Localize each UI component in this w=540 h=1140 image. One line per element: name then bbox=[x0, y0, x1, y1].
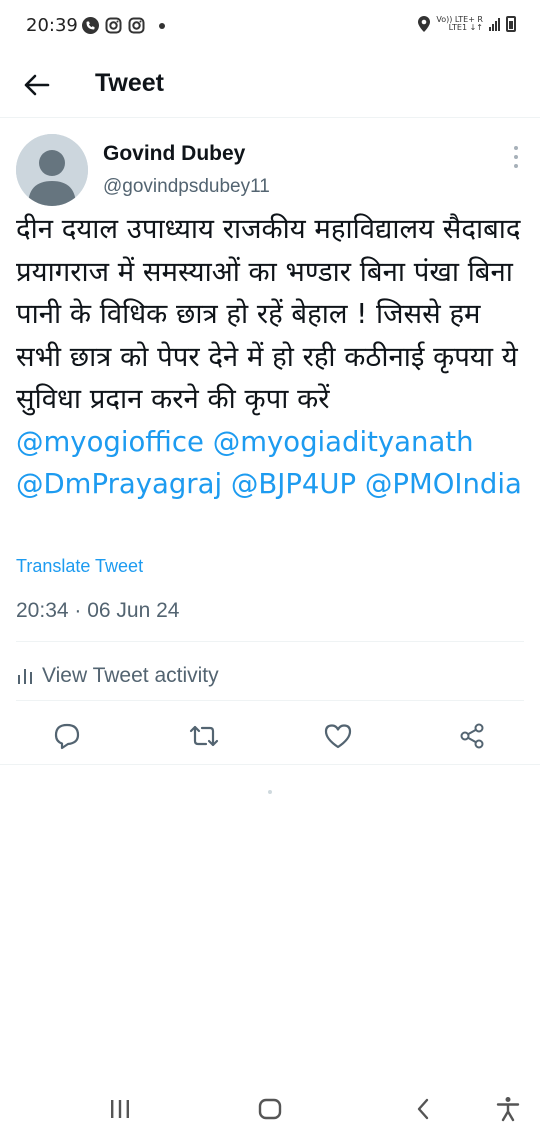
mention-link[interactable]: @DmPrayagraj bbox=[16, 468, 222, 500]
dot-icon bbox=[159, 22, 165, 29]
accessibility-icon bbox=[496, 1097, 520, 1122]
page-title: Tweet bbox=[95, 69, 164, 97]
retweet-icon bbox=[189, 725, 219, 747]
share-button[interactable] bbox=[456, 720, 488, 752]
network-line-2: LTE1 ↓↑ bbox=[448, 23, 483, 32]
activity-label: View Tweet activity bbox=[42, 664, 219, 687]
divider bbox=[16, 700, 524, 701]
more-dot bbox=[514, 146, 518, 150]
instagram-icon bbox=[105, 17, 122, 34]
phone-icon bbox=[82, 17, 99, 34]
mention-link[interactable]: @PMOIndia bbox=[365, 468, 522, 500]
instagram-icon bbox=[128, 17, 145, 34]
like-icon bbox=[324, 724, 352, 749]
location-icon bbox=[418, 16, 431, 32]
more-dot bbox=[514, 155, 518, 159]
author-handle[interactable]: @govindpsdubey11 bbox=[103, 176, 270, 198]
mention-link[interactable]: @myogiadityanath bbox=[213, 426, 474, 458]
more-options-button[interactable] bbox=[510, 146, 522, 168]
author-display-name[interactable]: Govind Dubey bbox=[103, 142, 245, 166]
back-icon bbox=[417, 1098, 429, 1120]
recent-apps-button[interactable] bbox=[103, 1094, 137, 1124]
tweet-timestamp[interactable]: 20:34 · 06 Jun 24 bbox=[16, 599, 179, 623]
more-dot bbox=[514, 164, 518, 168]
reply-icon bbox=[54, 723, 80, 750]
recent-apps-icon bbox=[111, 1100, 129, 1118]
mention-link[interactable]: @myogioffice bbox=[16, 426, 204, 458]
like-button[interactable] bbox=[322, 720, 354, 752]
home-button[interactable] bbox=[253, 1094, 287, 1124]
divider bbox=[0, 764, 540, 765]
accessibility-button[interactable] bbox=[491, 1094, 525, 1124]
mention-link[interactable]: @BJP4UP bbox=[231, 468, 356, 500]
tweet-text: दीन दयाल उपाध्याय राजकीय महाविद्यालय सैद… bbox=[16, 208, 526, 506]
avatar[interactable] bbox=[16, 134, 88, 206]
back-nav-button[interactable] bbox=[406, 1094, 440, 1124]
status-time: 20:39 bbox=[26, 15, 78, 36]
share-icon bbox=[460, 723, 484, 749]
battery-icon bbox=[506, 16, 516, 32]
top-app-bar: Tweet bbox=[0, 52, 540, 118]
tweet-body: दीन दयाल उपाध्याय राजकीय महाविद्यालय सैद… bbox=[16, 213, 530, 415]
retweet-button[interactable] bbox=[188, 720, 220, 752]
default-avatar-icon bbox=[16, 134, 88, 206]
loading-indicator bbox=[268, 790, 272, 794]
divider bbox=[16, 641, 524, 642]
system-navigation-bar bbox=[0, 1080, 540, 1140]
signal-icon bbox=[489, 17, 500, 31]
translate-tweet-link[interactable]: Translate Tweet bbox=[16, 556, 143, 577]
home-icon bbox=[258, 1098, 282, 1120]
view-tweet-activity-button[interactable]: View Tweet activity bbox=[16, 658, 219, 694]
analytics-icon bbox=[18, 669, 32, 684]
back-button[interactable] bbox=[20, 68, 54, 102]
tweet-actions bbox=[0, 714, 540, 758]
reply-button[interactable] bbox=[51, 720, 83, 752]
arrow-left-icon bbox=[24, 74, 50, 96]
status-bar: 20:39 Vo)) LTE+ R LTE1 ↓↑ bbox=[0, 0, 540, 52]
network-indicator: Vo)) LTE+ R LTE1 ↓↑ bbox=[436, 16, 483, 32]
notification-icons bbox=[82, 17, 165, 34]
system-status-icons: Vo)) LTE+ R LTE1 ↓↑ bbox=[418, 16, 516, 32]
